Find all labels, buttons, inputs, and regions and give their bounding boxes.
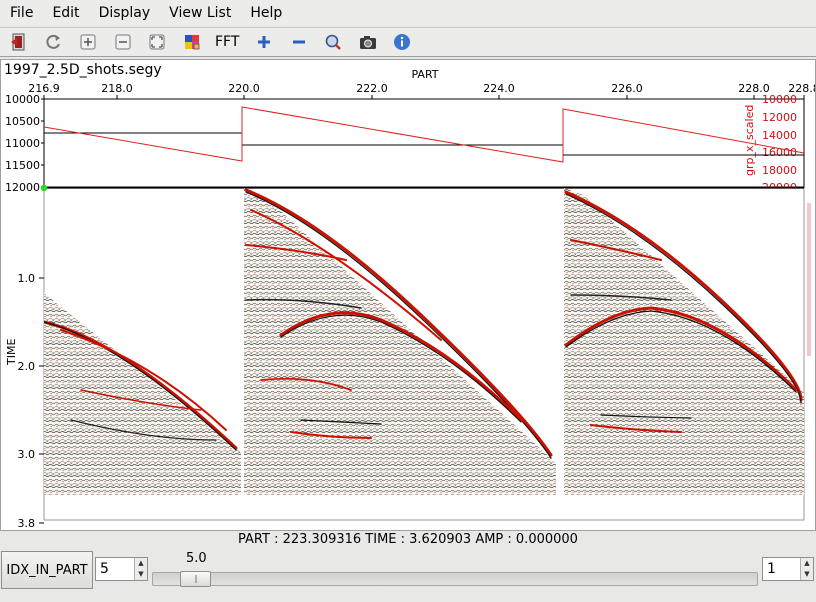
refresh-button[interactable] bbox=[43, 31, 65, 53]
time-tick-label: 3.0 bbox=[18, 448, 36, 461]
exit-button[interactable] bbox=[8, 31, 30, 53]
time-tick-labels: 1.0 2.0 3.0 3.8 bbox=[18, 272, 44, 530]
idx-in-part-label: IDX_IN_PART bbox=[6, 562, 88, 578]
header-right-tick-label: 12000 bbox=[762, 111, 797, 124]
vertical-scroll-indicator[interactable] bbox=[807, 203, 811, 356]
plus-button[interactable] bbox=[253, 31, 275, 53]
bottom-controls: IDX_IN_PART 5 ▲ ▼ 5.0 1 ▲ ▼ bbox=[0, 549, 816, 602]
slider-value-label: 5.0 bbox=[186, 551, 207, 566]
time-tick-label: 2.0 bbox=[18, 360, 36, 373]
exit-icon bbox=[11, 33, 25, 51]
x-tick-label: 220.0 bbox=[228, 82, 260, 95]
refresh-icon bbox=[45, 34, 60, 49]
header-right-axis-label: grp_x_scaled bbox=[743, 105, 756, 176]
minus-icon bbox=[292, 40, 305, 44]
fit-icon bbox=[149, 34, 165, 50]
zoom-in-icon bbox=[80, 34, 96, 50]
fit-button[interactable] bbox=[146, 31, 168, 53]
header-right-tick-label: 10000 bbox=[762, 93, 797, 106]
x-tick-labels: 216.9218.0220.0222.0224.0226.0228.0228.8 bbox=[28, 82, 815, 99]
chevron-up-icon[interactable]: ▲ bbox=[801, 558, 813, 569]
plot-area[interactable]: 1997_2.5D_shots.segy PART 216.9 218.0 220.… bbox=[0, 59, 816, 531]
grip-icon bbox=[195, 575, 197, 583]
palette-button[interactable] bbox=[181, 31, 203, 53]
step-value-spinbox[interactable]: 1 ▲ ▼ bbox=[762, 557, 814, 581]
header-left-tick-labels: 10000 10500 11000 11500 12000 bbox=[5, 93, 44, 194]
idx-in-part-button[interactable]: IDX_IN_PART bbox=[1, 551, 93, 589]
idx-spin-arrows[interactable]: ▲ ▼ bbox=[134, 558, 147, 580]
zoom-out-button[interactable] bbox=[112, 31, 134, 53]
x-tick-label: 218.0 bbox=[101, 82, 133, 95]
time-tick-label: 3.8 bbox=[18, 517, 36, 530]
camera-icon bbox=[359, 36, 376, 49]
menu-bar: File Edit Display View List Help bbox=[0, 0, 816, 26]
seismic-plot[interactable]: PART 216.9 218.0 220.0 222.0 224.0 226.0 228.0… bbox=[1, 60, 815, 530]
header-left-tick-label: 11000 bbox=[5, 137, 40, 150]
time-tick-label: 1.0 bbox=[18, 272, 36, 285]
zoom-in-button[interactable] bbox=[77, 31, 99, 53]
step-value[interactable]: 1 bbox=[763, 558, 800, 580]
info-icon bbox=[394, 34, 411, 50]
chevron-up-icon[interactable]: ▲ bbox=[135, 558, 147, 569]
fft-button[interactable]: FFT bbox=[215, 34, 239, 50]
header-panel bbox=[43, 98, 805, 188]
time-axis-label: TIME bbox=[5, 339, 18, 366]
idx-value-spinbox[interactable]: 5 ▲ ▼ bbox=[95, 557, 148, 581]
plus-icon bbox=[258, 36, 271, 48]
x-axis-label: PART bbox=[411, 68, 438, 81]
idx-slider-handle[interactable] bbox=[180, 571, 211, 587]
header-right-tick-label: 16000 bbox=[762, 146, 797, 159]
x-tick-label: 222.0 bbox=[356, 82, 388, 95]
palette-icon bbox=[184, 35, 199, 50]
chevron-down-icon[interactable]: ▼ bbox=[135, 569, 147, 580]
header-right-tick-label: 18000 bbox=[762, 164, 797, 177]
zoom-out-icon bbox=[115, 34, 130, 50]
toolbar: FFT bbox=[0, 27, 816, 57]
search-icon bbox=[326, 34, 342, 50]
menu-file[interactable]: File bbox=[0, 0, 42, 26]
x-tick-label: 226.0 bbox=[611, 82, 643, 95]
header-left-tick-label: 11500 bbox=[5, 159, 40, 172]
minus-button[interactable] bbox=[288, 31, 310, 53]
header-left-tick-label: 10000 bbox=[5, 93, 40, 106]
chevron-down-icon[interactable]: ▼ bbox=[801, 569, 813, 580]
menu-help[interactable]: Help bbox=[240, 0, 291, 26]
info-button[interactable] bbox=[391, 31, 413, 53]
x-tick-label: 224.0 bbox=[483, 82, 515, 95]
header-left-tick-label: 10500 bbox=[5, 115, 40, 128]
search-button[interactable] bbox=[322, 31, 344, 53]
origin-marker bbox=[40, 184, 48, 192]
camera-button[interactable] bbox=[357, 31, 379, 53]
menu-view-list[interactable]: View List bbox=[159, 0, 240, 26]
step-spin-arrows[interactable]: ▲ ▼ bbox=[800, 558, 813, 580]
menu-display[interactable]: Display bbox=[89, 0, 160, 26]
header-right-tick-label: 14000 bbox=[762, 129, 797, 142]
idx-slider-track[interactable] bbox=[152, 572, 758, 586]
status-text: PART : 223.309316 TIME : 3.620903 AMP : … bbox=[238, 531, 578, 547]
status-readout: PART : 223.309316 TIME : 3.620903 AMP : … bbox=[0, 530, 816, 548]
idx-value[interactable]: 5 bbox=[96, 558, 134, 580]
menu-edit[interactable]: Edit bbox=[42, 0, 88, 26]
header-left-tick-label: 12000 bbox=[5, 181, 40, 194]
